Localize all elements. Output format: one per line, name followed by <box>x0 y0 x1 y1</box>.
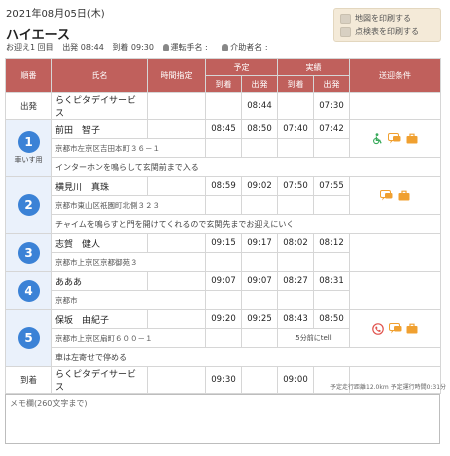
pickup-note: 車は左寄せで停める <box>51 347 441 367</box>
service-date: 2021年08月05日(木) <box>6 9 105 20</box>
col-plan: 予定 <box>205 58 278 76</box>
col-actual-depart: 出発 <box>313 75 350 93</box>
print-map-button[interactable]: 地図を印刷する <box>340 12 434 25</box>
person-icon <box>222 44 229 51</box>
vehicle-name: ハイエース <box>6 28 70 43</box>
memo-field[interactable]: メモ欄(260文字まで) <box>5 394 440 444</box>
col-actual: 実績 <box>277 58 350 76</box>
actual-arrive: 07:40 <box>277 119 314 139</box>
stop-number-badge: 1 <box>17 131 40 153</box>
conditions-cell <box>349 119 441 158</box>
actual-arrive: 08:02 <box>277 233 314 253</box>
col-plan-arrive: 到着 <box>205 75 242 93</box>
passenger-name: 志賀 健人 <box>51 233 148 253</box>
route-stats: 予定走行距離12.0km 予定運行時間0:31分 <box>330 384 447 391</box>
start-facility: らくピタデイサービス <box>51 92 148 120</box>
col-conditions: 送迎条件 <box>349 58 441 93</box>
wheelchair-icon <box>373 132 383 144</box>
helper-label: 介助者名 : <box>230 43 268 52</box>
stop-row[interactable]: 1 車いす用 前田 智子 08:45 08:50 07:40 07:42 <box>5 119 441 177</box>
passenger-name: 横見川 真珠 <box>51 176 148 196</box>
route-meta: お迎え1 回目 出発 08:44 到着 09:30 運転手名 : 介助者名 : <box>6 42 280 53</box>
actual-arrive: 07:50 <box>277 176 314 196</box>
route-table: 順番 氏名 時間指定 予定 実績 送迎条件 到着 出発 到着 出発 出発 らくピ… <box>5 58 441 394</box>
actual-depart: 08:12 <box>313 233 350 253</box>
col-plan-depart: 出発 <box>241 75 278 93</box>
end-plan-arrive: 09:30 <box>205 366 242 394</box>
col-actual-arrive: 到着 <box>277 75 314 93</box>
printer-icon <box>340 13 351 24</box>
plan-arrive: 08:45 <box>205 119 242 139</box>
plan-depart: 09:25 <box>241 309 278 329</box>
actual-depart: 07:42 <box>313 119 350 139</box>
col-time-spec: 時間指定 <box>147 58 206 93</box>
passenger-name: 保坂 由紀子 <box>51 309 148 329</box>
end-facility: らくピタデイサービス <box>51 366 148 394</box>
memo-placeholder: メモ欄(260文字まで) <box>10 399 88 408</box>
start-actual-depart: 07:30 <box>313 92 350 120</box>
stop-row[interactable]: 2 横見川 真珠 08:59 09:02 07:50 07:55 <box>5 176 441 234</box>
passenger-count: お迎え1 回目 <box>6 43 54 52</box>
conditions-cell <box>349 176 441 215</box>
print-panel: 地図を印刷する 点検表を印刷する <box>333 8 441 42</box>
bag-icon <box>398 190 410 201</box>
actual-arrive: 08:27 <box>277 271 314 291</box>
actual-depart: 08:50 <box>313 309 350 329</box>
plan-depart: 08:50 <box>241 119 278 139</box>
bag-icon <box>406 323 418 334</box>
passenger-address: 京都市上京区京都御苑３ <box>51 252 206 272</box>
passenger-address: 京都市 <box>51 290 206 310</box>
stop-number-badge: 4 <box>17 279 40 302</box>
col-order: 順番 <box>5 58 52 93</box>
extra-note: 5分前にtell <box>277 328 350 348</box>
stop-row[interactable]: 3 志賀 健人 09:15 09:17 08:02 08:12 <box>5 233 441 272</box>
stop-row[interactable]: 4 あああ 09:07 09:07 08:27 08:31 <box>5 271 441 310</box>
plan-arrive: 08:59 <box>205 176 242 196</box>
printer-icon <box>340 26 351 37</box>
person-icon <box>162 44 169 51</box>
passenger-address: 京都市左京区吉田本町３６－１ <box>51 138 206 158</box>
actual-arrive: 08:43 <box>277 309 314 329</box>
end-actual-arrive: 09:00 <box>277 366 314 394</box>
stop-row[interactable]: 5 保坂 由紀子 09:20 09:25 08:43 08:50 <box>5 309 441 367</box>
end-label: 到着 <box>5 366 52 394</box>
start-row: 出発 らくピタデイサービス 08:44 07:30 <box>5 92 441 120</box>
phone-icon <box>372 322 384 335</box>
stop-number-badge: 3 <box>17 241 40 264</box>
arrive-time: 到着 09:30 <box>112 43 154 52</box>
passenger-name: 前田 智子 <box>51 119 148 139</box>
plan-arrive: 09:07 <box>205 271 242 291</box>
stop-number-badge: 2 <box>17 194 40 216</box>
stop-vehicle-type: 車いす用 <box>14 156 43 164</box>
actual-depart: 08:31 <box>313 271 350 291</box>
plan-arrive: 09:15 <box>205 233 242 253</box>
depart-time: 出発 08:44 <box>62 43 104 52</box>
passenger-name: あああ <box>51 271 148 291</box>
passenger-address: 京都市上京区扇町６００－１ <box>51 328 206 348</box>
driver-label: 運転手名 : <box>170 43 208 52</box>
pickup-note: チャイムを鳴らすと門を開けてくれるので玄関先までお迎えにいく <box>51 214 441 234</box>
start-plan-depart: 08:44 <box>241 92 278 120</box>
plan-depart: 09:02 <box>241 176 278 196</box>
chat-icon <box>388 323 401 334</box>
pickup-note: インターホンを鳴らして玄関前まで入る <box>51 157 441 177</box>
plan-depart: 09:07 <box>241 271 278 291</box>
print-checklist-button[interactable]: 点検表を印刷する <box>340 25 434 38</box>
conditions-cell <box>349 309 441 348</box>
col-name: 氏名 <box>51 58 148 93</box>
start-label: 出発 <box>5 92 52 120</box>
chat-icon <box>388 133 401 144</box>
plan-arrive: 09:20 <box>205 309 242 329</box>
passenger-address: 京都市東山区祇園町北側３２３ <box>51 195 206 215</box>
actual-depart: 07:55 <box>313 176 350 196</box>
bag-icon <box>406 133 418 144</box>
stop-number-badge: 5 <box>17 327 40 349</box>
chat-icon <box>380 190 393 201</box>
plan-depart: 09:17 <box>241 233 278 253</box>
